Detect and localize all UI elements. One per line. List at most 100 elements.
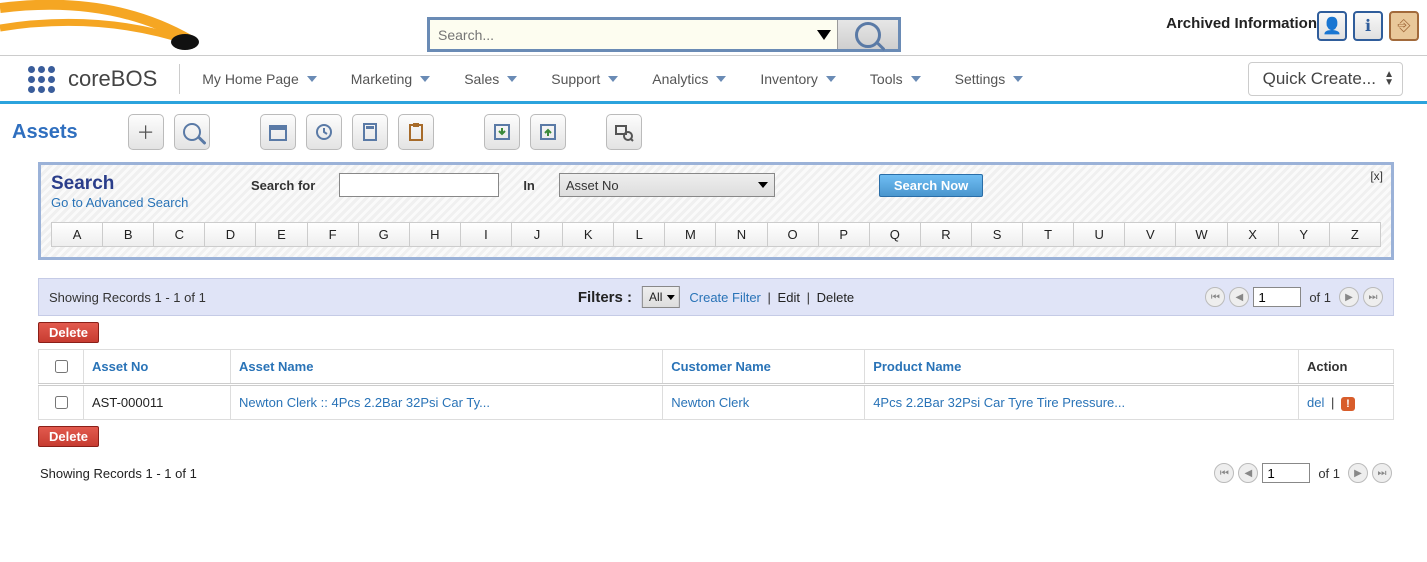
close-search-panel[interactable]: [x] bbox=[1370, 169, 1383, 183]
in-field-select[interactable]: Asset No bbox=[559, 173, 775, 197]
nav-label: Tools bbox=[870, 71, 903, 87]
table-row: AST-000011 Newton Clerk :: 4Pcs 2.2Bar 3… bbox=[39, 385, 1394, 420]
alpha-letter-g[interactable]: G bbox=[359, 223, 410, 246]
col-customer-name[interactable]: Customer Name bbox=[663, 350, 865, 385]
global-search-dropdown[interactable] bbox=[817, 30, 831, 40]
alpha-letter-q[interactable]: Q bbox=[870, 223, 921, 246]
delete-filter[interactable]: Delete bbox=[817, 290, 855, 305]
calendar-button[interactable] bbox=[260, 114, 296, 150]
alpha-letter-b[interactable]: B bbox=[103, 223, 154, 246]
chevron-down-icon bbox=[420, 76, 430, 82]
calculator-button[interactable] bbox=[352, 114, 388, 150]
nav-item-tools[interactable]: Tools bbox=[860, 65, 931, 93]
top-strip: Archived Information 👤 ℹ ⎆ bbox=[0, 0, 1427, 56]
nav-item-home[interactable]: My Home Page bbox=[192, 65, 326, 93]
delete-bottom-button[interactable]: Delete bbox=[38, 426, 99, 447]
delete-top-button[interactable]: Delete bbox=[38, 322, 99, 343]
global-search-input-wrap bbox=[430, 20, 837, 49]
search-panel-title: Search bbox=[51, 173, 251, 195]
edit-filter[interactable]: Edit bbox=[778, 290, 800, 305]
import-button[interactable] bbox=[484, 114, 520, 150]
quick-create[interactable]: Quick Create... ▲▼ bbox=[1248, 62, 1403, 96]
cell-product-link[interactable]: 4Pcs 2.2Bar 32Psi Car Tyre Tire Pressure… bbox=[873, 395, 1125, 410]
find-duplicates-button[interactable] bbox=[606, 114, 642, 150]
alpha-letter-x[interactable]: X bbox=[1228, 223, 1279, 246]
col-product-name[interactable]: Product Name bbox=[865, 350, 1299, 385]
module-header: Assets ＋ bbox=[0, 104, 1427, 162]
nav-item-analytics[interactable]: Analytics bbox=[642, 65, 736, 93]
alpha-letter-o[interactable]: O bbox=[768, 223, 819, 246]
alpha-letter-z[interactable]: Z bbox=[1330, 223, 1381, 246]
clock-button[interactable] bbox=[306, 114, 342, 150]
chevron-down-icon bbox=[1013, 76, 1023, 82]
export-button[interactable] bbox=[530, 114, 566, 150]
last-page-button[interactable]: ⏭ bbox=[1363, 287, 1383, 307]
first-page-button[interactable]: ⏮ bbox=[1214, 463, 1234, 483]
prev-page-button[interactable]: ◀ bbox=[1229, 287, 1249, 307]
next-page-button[interactable]: ▶ bbox=[1348, 463, 1368, 483]
cell-asset-name-link[interactable]: Newton Clerk :: 4Pcs 2.2Bar 32Psi Car Ty… bbox=[239, 395, 490, 410]
page-input[interactable] bbox=[1262, 463, 1310, 483]
alpha-letter-l[interactable]: L bbox=[614, 223, 665, 246]
row-delete-link[interactable]: del bbox=[1307, 395, 1324, 410]
global-search-button[interactable] bbox=[837, 20, 898, 49]
alpha-letter-p[interactable]: P bbox=[819, 223, 870, 246]
alpha-letter-h[interactable]: H bbox=[410, 223, 461, 246]
alpha-letter-i[interactable]: I bbox=[461, 223, 512, 246]
alpha-letter-t[interactable]: T bbox=[1023, 223, 1074, 246]
col-asset-no[interactable]: Asset No bbox=[84, 350, 231, 385]
prev-page-button[interactable]: ◀ bbox=[1238, 463, 1258, 483]
add-record-button[interactable]: ＋ bbox=[128, 114, 164, 150]
search-for-input[interactable] bbox=[339, 173, 499, 197]
alpha-letter-v[interactable]: V bbox=[1125, 223, 1176, 246]
search-icon bbox=[855, 22, 881, 48]
global-search-input[interactable] bbox=[436, 19, 831, 50]
main-nav: coreBOS My Home Page Marketing Sales Sup… bbox=[0, 56, 1427, 104]
nav-label: Marketing bbox=[351, 71, 412, 87]
brand[interactable]: coreBOS bbox=[68, 66, 157, 92]
chevron-down-icon bbox=[716, 76, 726, 82]
next-page-button[interactable]: ▶ bbox=[1339, 287, 1359, 307]
search-now-button[interactable]: Search Now bbox=[879, 174, 983, 197]
nav-item-marketing[interactable]: Marketing bbox=[341, 65, 440, 93]
alpha-letter-c[interactable]: C bbox=[154, 223, 205, 246]
alpha-letter-k[interactable]: K bbox=[563, 223, 614, 246]
first-page-button[interactable]: ⏮ bbox=[1205, 287, 1225, 307]
filter-select[interactable]: All bbox=[642, 286, 679, 308]
nav-label: Support bbox=[551, 71, 600, 87]
nav-item-support[interactable]: Support bbox=[541, 65, 628, 93]
table-header-row: Asset No Asset Name Customer Name Produc… bbox=[39, 350, 1394, 385]
alpha-letter-y[interactable]: Y bbox=[1279, 223, 1330, 246]
alpha-letter-d[interactable]: D bbox=[205, 223, 256, 246]
nav-item-sales[interactable]: Sales bbox=[454, 65, 527, 93]
alpha-letter-j[interactable]: J bbox=[512, 223, 563, 246]
user-icon[interactable]: 👤 bbox=[1317, 11, 1347, 41]
search-toggle-button[interactable] bbox=[174, 114, 210, 150]
logout-icon[interactable]: ⎆ bbox=[1389, 11, 1419, 41]
alpha-letter-w[interactable]: W bbox=[1176, 223, 1227, 246]
create-filter-link[interactable]: Create Filter bbox=[689, 290, 761, 305]
last-page-button[interactable]: ⏭ bbox=[1372, 463, 1392, 483]
apps-icon[interactable] bbox=[28, 66, 54, 92]
row-checkbox[interactable] bbox=[55, 396, 68, 409]
warning-icon[interactable]: ! bbox=[1341, 397, 1355, 411]
select-all-checkbox[interactable] bbox=[55, 360, 68, 373]
page-input[interactable] bbox=[1253, 287, 1301, 307]
alpha-letter-a[interactable]: A bbox=[52, 223, 103, 246]
alpha-letter-e[interactable]: E bbox=[256, 223, 307, 246]
alpha-letter-f[interactable]: F bbox=[308, 223, 359, 246]
alpha-letter-n[interactable]: N bbox=[716, 223, 767, 246]
advanced-search-link[interactable]: Go to Advanced Search bbox=[51, 195, 188, 210]
cell-customer-link[interactable]: Newton Clerk bbox=[671, 395, 749, 410]
alpha-letter-r[interactable]: R bbox=[921, 223, 972, 246]
clipboard-button[interactable] bbox=[398, 114, 434, 150]
alpha-letter-m[interactable]: M bbox=[665, 223, 716, 246]
filters-label: Filters : bbox=[578, 289, 632, 306]
nav-item-inventory[interactable]: Inventory bbox=[750, 65, 846, 93]
alpha-letter-s[interactable]: S bbox=[972, 223, 1023, 246]
col-asset-name[interactable]: Asset Name bbox=[231, 350, 663, 385]
alpha-letter-u[interactable]: U bbox=[1074, 223, 1125, 246]
nav-item-settings[interactable]: Settings bbox=[945, 65, 1034, 93]
info-icon[interactable]: ℹ bbox=[1353, 11, 1383, 41]
chevron-down-icon bbox=[307, 76, 317, 82]
